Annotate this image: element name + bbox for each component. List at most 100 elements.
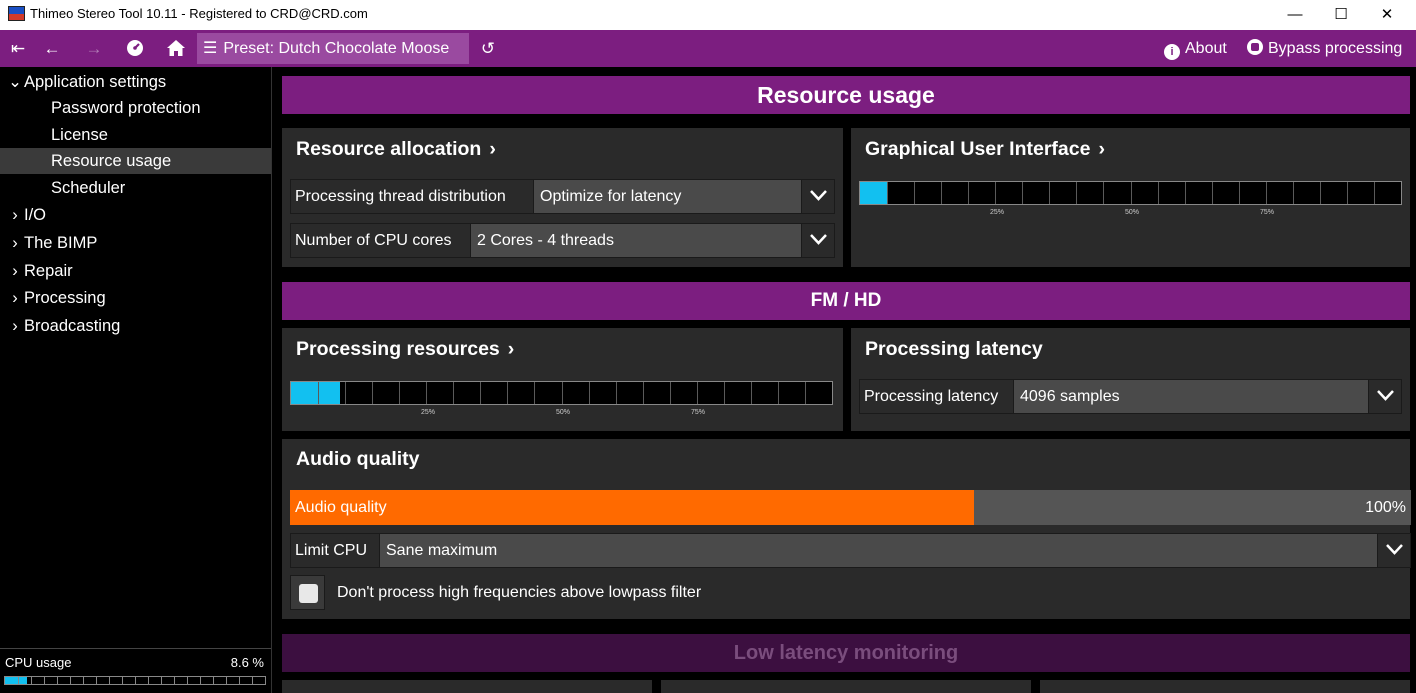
meter-segment <box>914 182 916 204</box>
chevron-down-icon[interactable] <box>801 180 834 213</box>
meter-segment <box>1022 182 1024 204</box>
meter-segment <box>31 677 32 684</box>
window-title: Thimeo Stereo Tool 10.11 - Registered to… <box>30 6 368 21</box>
tree-item-the-bimp[interactable]: › The BIMP <box>0 230 271 256</box>
meter-segment <box>588 382 590 404</box>
thread-distribution-value: Optimize for latency <box>540 188 682 205</box>
app-icon <box>8 6 25 21</box>
limit-cpu-select[interactable]: Limit CPU Sane maximum <box>290 533 1411 568</box>
cpu-usage-meter <box>4 676 266 685</box>
meter-segment <box>135 677 136 684</box>
about-label: About <box>1185 40 1227 57</box>
audio-quality-slider[interactable]: Audio quality 100% <box>290 490 1411 525</box>
limit-cpu-value: Sane maximum <box>386 542 498 559</box>
meter-segment <box>777 382 779 404</box>
meter-segment <box>887 182 889 204</box>
chevron-right-icon: › <box>12 317 18 335</box>
meter-segment <box>70 677 71 684</box>
cpu-usage-value: 8.6 % <box>230 655 264 670</box>
meter-segment <box>804 382 806 404</box>
tree-item-io[interactable]: › I/O <box>0 202 271 228</box>
tree-item-label: The BIMP <box>24 234 98 252</box>
gui-header[interactable]: Graphical User Interface › <box>865 138 1105 161</box>
back-icon[interactable]: ← <box>38 30 66 67</box>
gui-panel: Graphical User Interface › 25% 50% 75% <box>851 128 1410 267</box>
cpu-cores-value: 2 Cores - 4 threads <box>477 232 614 249</box>
chevron-right-icon: › <box>12 234 18 252</box>
tree-item-broadcasting[interactable]: › Broadcasting <box>0 313 271 339</box>
processing-resources-panel: Processing resources › 25% 50% 75% <box>282 328 843 431</box>
cpu-cores-select[interactable]: Number of CPU cores 2 Cores - 4 threads <box>290 223 835 258</box>
chevron-right-icon: › <box>12 262 18 280</box>
meter-segment <box>453 382 455 404</box>
meter-segment <box>18 677 19 684</box>
bypass-button[interactable]: Bypass processing <box>1247 30 1402 67</box>
meter-segment <box>1076 182 1078 204</box>
cpu-cores-label: Number of CPU cores <box>291 224 471 257</box>
meter-segment <box>561 382 563 404</box>
meter-segment <box>750 382 752 404</box>
lowpass-checkbox[interactable] <box>290 575 325 610</box>
meter-segment <box>83 677 84 684</box>
tree-item-scheduler[interactable]: Scheduler <box>0 175 271 201</box>
first-icon[interactable]: ⇤ <box>4 30 32 67</box>
tick-label: 25% <box>990 209 1005 216</box>
meter-segment <box>239 677 240 684</box>
meter-segment <box>1238 182 1240 204</box>
audio-quality-fill <box>290 490 974 525</box>
meter-segment <box>1103 182 1105 204</box>
meter-segment <box>1157 182 1159 204</box>
chevron-down-icon[interactable] <box>1377 534 1410 567</box>
meter-segment <box>1184 182 1186 204</box>
low-latency-panel-1 <box>282 680 652 693</box>
audio-quality-header: Audio quality <box>296 448 420 470</box>
section-title-resource-usage: Resource usage <box>282 76 1410 114</box>
meter-segment <box>723 382 725 404</box>
bypass-label: Bypass processing <box>1268 40 1403 57</box>
meter-segment <box>642 382 644 404</box>
tree-item-application-settings[interactable]: ⌄ Application settings <box>0 69 271 95</box>
about-button[interactable]: i About <box>1164 30 1227 67</box>
forward-icon[interactable]: → <box>80 30 108 67</box>
tree-item-repair[interactable]: › Repair <box>0 258 271 284</box>
meter-segment <box>615 382 617 404</box>
chevron-down-icon[interactable] <box>1368 380 1401 413</box>
undo-icon[interactable]: ↺ <box>474 30 502 67</box>
tick-label: 25% <box>421 409 436 416</box>
chevron-down-icon[interactable] <box>801 224 834 257</box>
processing-latency-panel: Processing latency Processing latency 40… <box>851 328 1410 431</box>
tree-item-password-protection[interactable]: Password protection <box>0 95 271 121</box>
processing-latency-label: Processing latency <box>860 380 1014 413</box>
tree-item-license[interactable]: License <box>0 122 271 148</box>
chevron-right-icon: › <box>12 206 18 224</box>
maximize-button[interactable]: ☐ <box>1318 0 1364 30</box>
dashboard-icon[interactable] <box>121 30 149 67</box>
meter-segment <box>1346 182 1348 204</box>
meter-segment <box>534 382 536 404</box>
preset-button[interactable]: ☰ Preset: Dutch Chocolate Moose <box>197 33 469 64</box>
meter-segment <box>372 382 374 404</box>
meter-segment <box>399 382 401 404</box>
chevron-down-icon: ⌄ <box>8 73 22 91</box>
processing-latency-value: 4096 samples <box>1020 388 1120 405</box>
resource-allocation-header[interactable]: Resource allocation › <box>296 138 496 161</box>
meter-segment <box>1211 182 1213 204</box>
chevron-right-icon: › <box>489 138 496 160</box>
tick-label: 50% <box>556 409 571 416</box>
audio-quality-slider-label: Audio quality <box>295 499 387 516</box>
tree-item-processing[interactable]: › Processing <box>0 285 271 311</box>
tree-item-resource-usage[interactable]: Resource usage <box>0 148 271 174</box>
cpu-usage-label: CPU usage <box>5 655 72 670</box>
title-bar: Thimeo Stereo Tool 10.11 - Registered to… <box>0 0 1416 30</box>
gui-usage-meter <box>859 181 1402 205</box>
processing-resources-header[interactable]: Processing resources › <box>296 338 514 361</box>
meter-segment <box>480 382 482 404</box>
tick-label: 75% <box>1260 209 1275 216</box>
processing-latency-select[interactable]: Processing latency 4096 samples <box>859 379 1402 414</box>
cpu-usage-fill <box>5 677 28 684</box>
minimize-button[interactable]: — <box>1272 0 1318 30</box>
panel-title: Graphical User Interface <box>865 138 1091 160</box>
home-icon[interactable] <box>162 30 190 67</box>
thread-distribution-select[interactable]: Processing thread distribution Optimize … <box>290 179 835 214</box>
close-button[interactable]: ✕ <box>1364 0 1410 30</box>
